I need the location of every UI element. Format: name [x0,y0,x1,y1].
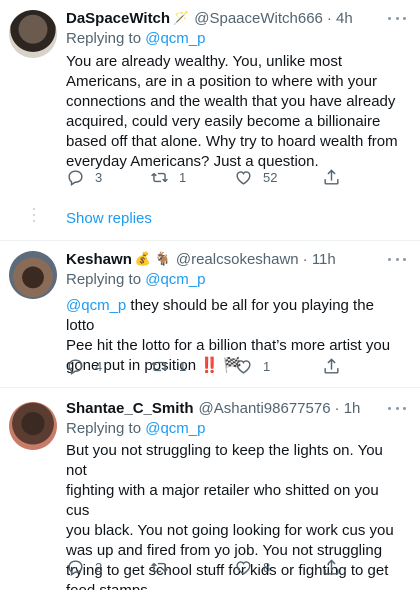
tweet-header: DaSpaceWitch 🪄 @SpaaceWitch666 · 4h [66,8,353,28]
reply-count: 2 [95,560,103,575]
share-button[interactable] [322,558,341,577]
tweet-3[interactable]: Shantae_C_Smith @Ashanti98677576 · 1h Re… [0,388,420,590]
reply-icon [68,560,83,576]
reply-count: 3 [95,170,103,185]
reply-button[interactable]: 3 [66,168,102,187]
tweet-actions: 3 1 52 [66,168,340,188]
author-handle[interactable]: @Ashanti98677576 [199,400,331,417]
more-icon[interactable] [388,401,406,415]
retweet-icon [151,562,168,573]
tweet-text-line: @qcm_p they should be all for you playin… [66,296,406,336]
retweet-count: 1 [179,359,187,374]
tweet-2[interactable]: Keshawn 💰 🐐 @realcsokeshawn · 11h Replyi… [0,241,420,375]
tweet-text-line: food stamps. [66,581,406,590]
author-badge-emoji: 💰 🐐 [134,251,171,266]
author-name[interactable]: DaSpaceWitch [66,10,170,27]
tweet-text-line: fighting with a major retailer who shitt… [66,482,379,519]
like-count: 52 [263,170,278,185]
share-icon [324,169,339,185]
like-button[interactable]: 52 [234,168,277,187]
reply-count: 4 [95,359,103,374]
tweet-text-line: you black. You not going looking for wor… [66,522,394,539]
like-icon [236,561,251,575]
author-badge-emoji: 🪄 [173,10,190,25]
reply-button[interactable]: 2 [66,558,102,577]
share-button[interactable] [322,357,341,376]
retweet-button[interactable] [150,558,179,577]
tweet-text-line: Pee hit the lotto for a billion that’s m… [66,337,391,354]
retweet-button[interactable]: 1 [150,357,186,376]
replying-to-label: Replying to [66,271,146,288]
more-icon[interactable] [388,11,406,25]
tweet-text-line: based off that alone. Why try to hoard w… [66,133,398,150]
tweet-text-line: You are already wealthy. You, unlike mos… [66,53,343,70]
replying-to-label: Replying to [66,420,146,437]
tweet-text-line: Americans, are in a position to where wi… [66,73,377,90]
replying-to-link[interactable]: @qcm_p [145,30,205,47]
retweet-button[interactable]: 1 [150,168,186,187]
like-icon [236,360,251,374]
replying-to-link[interactable]: @qcm_p [145,271,205,288]
author-handle[interactable]: @SpaaceWitch666 [194,10,323,27]
tweet-header: Keshawn 💰 🐐 @realcsokeshawn · 11h [66,249,336,269]
like-count: 1 [263,359,271,374]
author-name[interactable]: Shantae_C_Smith [66,400,194,417]
tweet-1[interactable]: DaSpaceWitch 🪄 @SpaaceWitch666 · 4h Repl… [0,0,420,233]
author-name[interactable]: Keshawn [66,251,132,268]
reply-button[interactable]: 4 [66,357,102,376]
retweet-icon [151,361,168,372]
like-button[interactable]: 1 [234,357,270,376]
tweet-text-line: acquired, could very easily become a bil… [66,113,381,130]
thread-connector [33,208,35,226]
avatar[interactable] [9,402,57,450]
more-icon[interactable] [388,252,406,266]
replying-to: Replying to @qcm_p [66,271,205,288]
mention-link[interactable]: @qcm_p [66,297,126,314]
reply-icon [68,359,83,375]
like-icon [236,171,251,185]
tweet-time[interactable]: · 4h [327,10,353,27]
share-icon [324,358,339,374]
tweet-time[interactable]: · 11h [303,251,336,268]
tweet-text-line: But you not struggling to keep the light… [66,442,383,479]
replying-to-label: Replying to [66,30,146,47]
replying-to: Replying to @qcm_p [66,420,205,437]
replying-to-link[interactable]: @qcm_p [145,420,205,437]
retweet-icon [151,172,168,183]
retweet-count: 1 [179,170,187,185]
share-button[interactable] [322,168,341,187]
share-icon [324,559,339,575]
tweet-header: Shantae_C_Smith @Ashanti98677576 · 1h [66,398,360,418]
tweet-actions: 2 8 [66,558,340,578]
tweet-time[interactable]: · 1h [335,400,361,417]
avatar[interactable] [9,10,57,58]
tweet-text-line: connections and the wealth that you have… [66,93,396,110]
like-count: 8 [263,560,271,575]
show-replies-link[interactable]: Show replies [66,210,152,227]
author-handle[interactable]: @realcsokeshawn [176,251,299,268]
avatar[interactable] [9,251,57,299]
like-button[interactable]: 8 [234,558,270,577]
replying-to: Replying to @qcm_p [66,30,205,47]
reply-icon [68,170,83,186]
tweet-actions: 4 1 1 [66,357,340,377]
tweet-text: You are already wealthy. You, unlike mos… [66,52,406,172]
